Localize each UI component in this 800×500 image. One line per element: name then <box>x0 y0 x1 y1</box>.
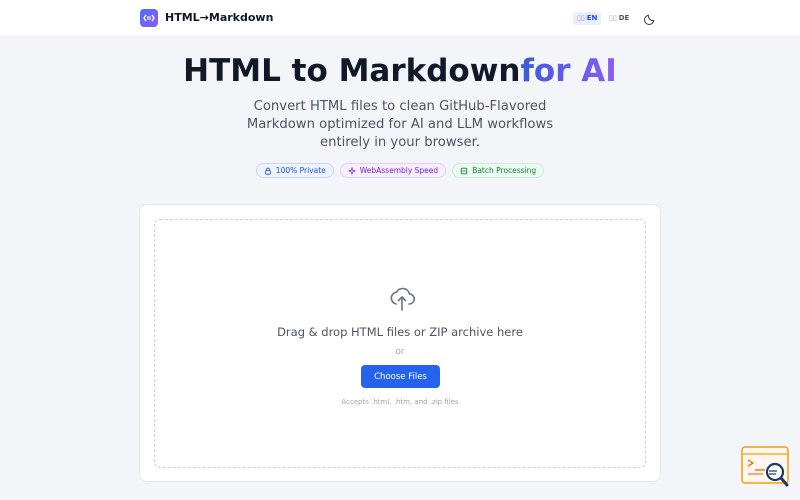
cloud-upload-icon <box>390 287 416 311</box>
lock-icon <box>264 167 271 175</box>
brand-name[interactable]: HTML→Markdown <box>165 11 273 24</box>
hero-title-accent: for AI <box>520 53 617 89</box>
dropzone-text: Drag & drop HTML files or ZIP archive he… <box>277 325 523 339</box>
hero-subtitle: Convert HTML files to clean GitHub-Flavo… <box>246 99 554 150</box>
accepted-formats: Accepts .html, .htm, and .zip files <box>341 398 459 406</box>
database-icon <box>460 167 468 174</box>
flag-icon: ▯▯ <box>609 14 617 22</box>
badge-private: 100% Private <box>255 163 334 178</box>
badge-label: 100% Private <box>275 166 326 175</box>
feature-badges: 100% Private WebAssembly Speed Batch Pro… <box>0 163 800 178</box>
badge-label: WebAssembly Speed <box>359 166 439 175</box>
dropzone-or: or <box>395 347 405 357</box>
choose-files-button[interactable]: Choose Files <box>361 365 440 388</box>
feedback-widget-icon[interactable] <box>741 445 791 490</box>
logo-icon[interactable] <box>140 9 158 27</box>
badge-label: Batch Processing <box>472 166 537 175</box>
badge-wasm: WebAssembly Speed <box>339 163 447 178</box>
moon-icon[interactable] <box>644 12 657 25</box>
language-de-button[interactable]: ▯▯ DE <box>605 12 633 25</box>
language-de-label: DE <box>618 14 630 22</box>
language-en-button[interactable]: ▯▯ EN <box>573 12 602 25</box>
file-dropzone[interactable]: Drag & drop HTML files or ZIP archive he… <box>154 219 646 468</box>
top-navbar: HTML→Markdown ▯▯ EN ▯▯ DE <box>0 0 800 37</box>
upload-card: Drag & drop HTML files or ZIP archive he… <box>139 204 661 482</box>
badge-batch: Batch Processing <box>452 163 545 178</box>
sparkle-icon <box>347 166 356 175</box>
hero-title: HTML to Markdownfor AI <box>0 53 800 89</box>
language-en-label: EN <box>586 14 598 22</box>
flag-icon: ▯▯ <box>577 14 585 22</box>
hero-title-main: HTML to Markdown <box>183 53 521 89</box>
